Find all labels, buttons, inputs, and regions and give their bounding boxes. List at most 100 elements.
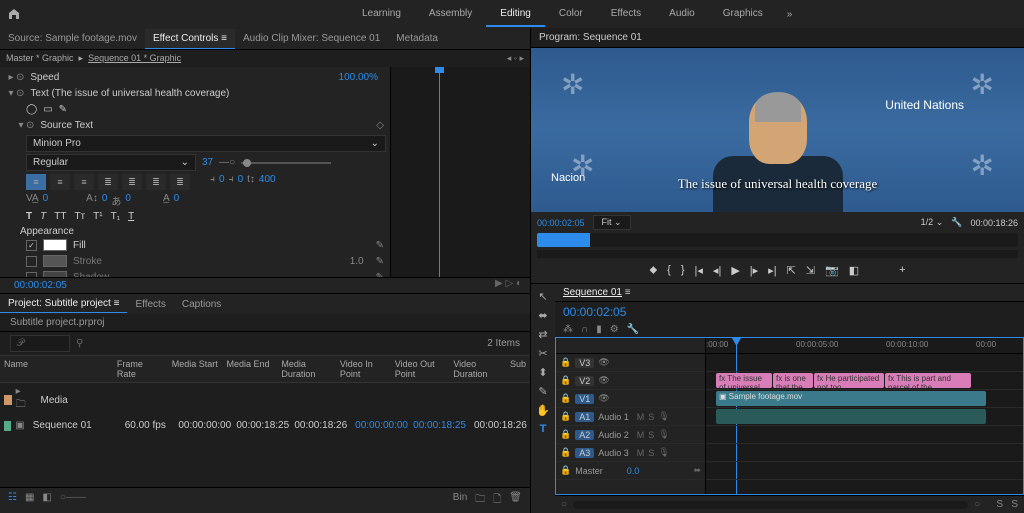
effect-playhead[interactable]	[439, 67, 440, 277]
program-scrubber[interactable]	[537, 233, 1018, 247]
settings-icon[interactable]: ⚙	[610, 324, 619, 335]
stroke-swatch[interactable]	[43, 255, 67, 267]
resolution-select[interactable]: 1/2 ⌄	[921, 217, 944, 228]
twist-icon[interactable]: ▾	[6, 88, 16, 99]
new-item-icon[interactable]: 🗋	[493, 492, 501, 509]
settings-icon[interactable]: 🔧	[951, 217, 962, 228]
comparison[interactable]: ◧	[849, 264, 859, 277]
step-back[interactable]: ◂|	[713, 264, 721, 277]
column-header[interactable]: Video In Point	[336, 359, 391, 379]
step-fwd[interactable]: |▸	[750, 264, 758, 277]
link-icon[interactable]: ∩	[581, 324, 588, 335]
track-select-tool[interactable]: ⬌	[538, 309, 547, 322]
mask-ellipse-icon[interactable]: ◯	[26, 104, 37, 115]
list-view-icon[interactable]: ☷	[8, 492, 17, 509]
small-caps[interactable]: Tᴛ	[74, 211, 85, 222]
track-target[interactable]: V3	[575, 358, 594, 368]
workspace-tab-effects[interactable]: Effects	[597, 2, 655, 27]
graphic-clip[interactable]: fx is one that the	[773, 373, 813, 388]
zoom-select[interactable]: Fit ⌄	[593, 215, 631, 230]
twist-icon[interactable]: ▸	[6, 72, 16, 83]
graphic-clip[interactable]: fx He participated not too	[814, 373, 884, 388]
track-target[interactable]: V2	[575, 376, 594, 386]
eyedropper-icon[interactable]: ✎	[376, 240, 384, 251]
toggle-track[interactable]: 👁	[598, 393, 609, 404]
timeline-tc[interactable]: 00:00:02:05	[563, 305, 626, 319]
column-header[interactable]: Media Duration	[277, 359, 336, 379]
go-out[interactable]: ▸|	[768, 264, 776, 277]
project-search[interactable]: 𝒫	[10, 335, 70, 352]
column-header[interactable]: Video Out Point	[391, 359, 450, 379]
button-editor[interactable]: +	[899, 264, 905, 277]
font-size[interactable]: 37	[202, 157, 213, 168]
fill-swatch[interactable]	[43, 239, 67, 251]
audio-clip[interactable]	[716, 409, 986, 424]
panel-tab[interactable]: Effect Controls ≡	[145, 29, 235, 49]
align-center[interactable]: ≡	[50, 174, 70, 190]
hand-tool[interactable]: ✋	[536, 404, 550, 417]
leading[interactable]: 400	[259, 174, 276, 190]
program-tc-left[interactable]: 00:00:02:05	[537, 218, 585, 228]
workspace-tab-learning[interactable]: Learning	[348, 2, 415, 27]
toggle-track[interactable]: 👁	[598, 375, 609, 386]
speed-value[interactable]: 100.00%	[339, 72, 378, 83]
panel-tab[interactable]: Audio Clip Mixer: Sequence 01	[235, 29, 388, 48]
play[interactable]: ▶	[731, 264, 739, 277]
icon-view-icon[interactable]: ▦	[25, 492, 34, 509]
go-in[interactable]: |◂	[695, 264, 703, 277]
timeline-sequence[interactable]: Sequence 01	[563, 287, 622, 298]
filter-icon[interactable]: ⚲	[76, 338, 83, 349]
column-header[interactable]: Media Start	[168, 359, 223, 379]
project-item[interactable]: ▸ 🗀Media	[0, 383, 530, 417]
faux-italic[interactable]: T	[40, 211, 46, 222]
align-last-center[interactable]: ≣	[146, 174, 166, 190]
track-target[interactable]: V1	[575, 394, 594, 404]
align-last-right[interactable]: ≣	[170, 174, 190, 190]
trash-icon[interactable]: 🗑	[509, 492, 522, 509]
track-target[interactable]: A1	[575, 412, 594, 422]
track-target[interactable]: A2	[575, 430, 594, 440]
faux-bold[interactable]: T	[26, 211, 32, 222]
column-header[interactable]: Video Duration	[449, 359, 506, 379]
workspace-tab-audio[interactable]: Audio	[655, 2, 709, 27]
panel-tab[interactable]: Metadata	[388, 29, 446, 48]
program-ruler[interactable]	[537, 250, 1018, 258]
freeform-icon[interactable]: ◧	[42, 492, 51, 509]
effect-timecode[interactable]: 00:00:02:05	[8, 278, 73, 293]
column-header[interactable]: Frame Rate	[113, 359, 168, 379]
export-frame[interactable]: 📷	[825, 264, 839, 277]
marker-icon[interactable]: ▮	[596, 324, 602, 335]
mask-pen-icon[interactable]: ✎	[59, 104, 67, 115]
workspace-tab-assembly[interactable]: Assembly	[415, 2, 486, 27]
superscript[interactable]: T¹	[93, 211, 102, 222]
mark-in[interactable]: {	[667, 264, 671, 277]
type-tool[interactable]: T	[540, 423, 547, 435]
align-left[interactable]: ≡	[26, 174, 46, 190]
align-right[interactable]: ≡	[74, 174, 94, 190]
tracking[interactable]: 0	[238, 174, 244, 190]
add-marker[interactable]: ⬥	[649, 264, 657, 277]
timeline-zoom[interactable]	[573, 501, 968, 509]
font-size-slider[interactable]	[241, 162, 331, 164]
mark-out[interactable]: }	[681, 264, 685, 277]
snap-icon[interactable]: ⁂	[563, 324, 573, 335]
stroke-checkbox[interactable]	[26, 256, 37, 267]
panel-tab[interactable]: Source: Sample footage.mov	[0, 29, 145, 48]
column-header[interactable]: Name	[0, 359, 113, 379]
selection-tool[interactable]: ↖	[538, 290, 547, 303]
new-bin-icon[interactable]: 🗀	[475, 492, 485, 509]
track-target[interactable]: A3	[575, 448, 594, 458]
program-tc-right[interactable]: 00:00:18:26	[970, 218, 1018, 228]
panel-tab[interactable]: Captions	[174, 296, 229, 313]
mask-rect-icon[interactable]: ▭	[43, 104, 52, 115]
program-monitor[interactable]: ✲ ✲ ✲ ✲ United Nations Nacion The issue …	[531, 48, 1024, 212]
workspace-tab-graphics[interactable]: Graphics	[709, 2, 777, 27]
workspace-tab-editing[interactable]: Editing	[486, 2, 545, 27]
panel-tab[interactable]: Project: Subtitle project ≡	[0, 295, 127, 313]
lift[interactable]: ⇱	[787, 264, 796, 277]
slip-tool[interactable]: ⬍	[538, 366, 547, 379]
graphic-clip[interactable]: fx The issue of universal	[716, 373, 772, 388]
all-caps[interactable]: TT	[54, 211, 66, 222]
panel-tab[interactable]: Effects	[127, 296, 173, 313]
more-workspaces[interactable]: »	[777, 3, 803, 26]
